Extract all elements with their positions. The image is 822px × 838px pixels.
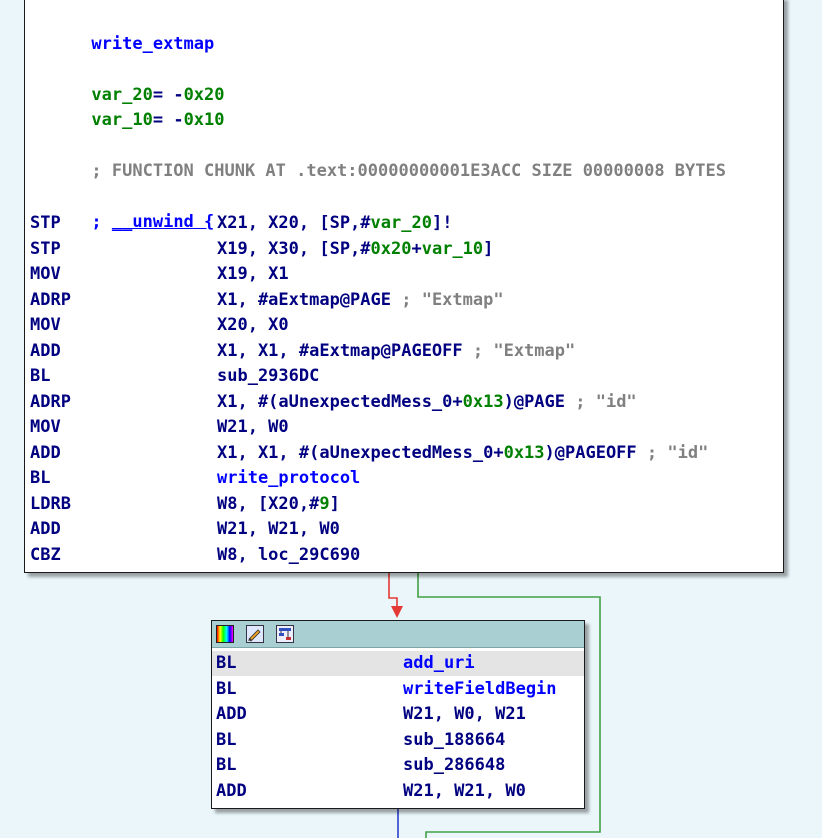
operands: X21, X20, [SP,#var_20]!	[217, 211, 452, 236]
function-name[interactable]: write_extmap	[30, 7, 214, 54]
operand-token: ; "id"	[636, 442, 709, 463]
mnemonic: BL	[216, 678, 237, 699]
operand-token: )@PAGEOFF	[544, 442, 637, 463]
code-block-write-extmap[interactable]: write_extmap var_20= -0x20 var_10= -0x10…	[24, 0, 784, 573]
operand-token: W21, W21, W0	[217, 519, 340, 539]
mnemonic: BL	[216, 653, 237, 673]
operand-token: ; "Extmap"	[391, 289, 504, 310]
var-decl: var_20= -0x20	[91, 85, 225, 105]
operand-token[interactable]: write_protocol	[217, 468, 360, 488]
operand-token: W21, W0	[217, 417, 289, 437]
operands: X19, X30, [SP,#0x20+var_10]	[217, 237, 493, 262]
palette-icon[interactable]	[216, 625, 234, 643]
operand-token: 0x13	[462, 391, 504, 412]
mnemonic: ADD	[30, 442, 61, 463]
mnemonic: BL	[216, 729, 237, 750]
operands: X1, X1, #aExtmap@PAGEOFF ; "Extmap"	[217, 339, 575, 364]
operand-token: X20, X0	[217, 315, 289, 335]
operand-token: 9	[319, 493, 330, 514]
mnemonic: BL	[30, 468, 51, 488]
operand-token: X1, #aExtmap@PAGE	[217, 289, 391, 310]
selected-line-highlight	[212, 651, 584, 676]
operands: X1, #aExtmap@PAGE ; "Extmap"	[217, 288, 504, 313]
operand-token: X1, #(aUnexpectedMess_0+	[217, 391, 463, 412]
graph-icon[interactable]	[276, 625, 294, 643]
operand-token: ; "id"	[565, 391, 637, 412]
operand-token: ]	[329, 493, 340, 514]
operands: sub_286648	[403, 753, 505, 778]
operand-token[interactable]: add_uri	[403, 653, 475, 673]
mnemonic: MOV	[30, 315, 61, 335]
mnemonic: ADRP	[30, 391, 71, 412]
operands: add_uri	[403, 651, 475, 676]
operand-token: X1, X1, #aExtmap@PAGEOFF	[217, 340, 463, 361]
operand-token: W21, W0, W21	[403, 704, 526, 724]
operand-token: ; "Extmap"	[462, 340, 576, 361]
operand-token: X1, X1, #(aUnexpectedMess_0+	[217, 442, 504, 463]
operands: write_protocol	[217, 466, 360, 491]
graph-view[interactable]: write_extmap var_20= -0x20 var_10= -0x10…	[0, 0, 822, 838]
operands: W21, W0, W21	[403, 702, 526, 727]
operands: W8, loc_29C690	[217, 543, 360, 568]
mnemonic: ADRP	[30, 289, 71, 310]
mnemonic: ADD	[30, 340, 61, 361]
operand-token: X19, X1	[217, 264, 289, 284]
mnemonic: ADD	[30, 519, 61, 539]
operands: X19, X1	[217, 262, 289, 287]
operand-token: sub_188664	[403, 729, 506, 750]
mnemonic: CBZ	[30, 544, 61, 565]
code-block-add-uri[interactable]: BL add_uri BL writeFieldBegin ADD W21, W0, W2…	[211, 620, 585, 809]
operand-token: W8, loc_29C690	[217, 544, 361, 565]
operand-token: 0x20	[370, 238, 412, 259]
operands: X1, #(aUnexpectedMess_0+0x13)@PAGE ; "id…	[217, 390, 637, 415]
operand-token: W21, W21, W0	[403, 780, 526, 801]
mnemonic: MOV	[30, 417, 61, 437]
operand-token: sub_2936DC	[217, 366, 320, 386]
operand-token: var_20	[370, 213, 432, 233]
operands: W21, W21, W0	[217, 517, 340, 542]
mnemonic: MOV	[30, 264, 61, 284]
operands: sub_2936DC	[217, 364, 319, 389]
mnemonic: BL	[30, 366, 51, 386]
operands: writeFieldBegin	[403, 677, 557, 702]
operands: W21, W0	[217, 415, 289, 440]
operands: X1, X1, #(aUnexpectedMess_0+0x13)@PAGEOF…	[217, 441, 708, 466]
mnemonic: STP	[30, 238, 61, 259]
operands: X20, X0	[217, 313, 289, 338]
operand-token: +	[411, 238, 422, 259]
mnemonic: LDRB	[30, 493, 71, 514]
operand-token: )@PAGE	[503, 391, 566, 412]
operands: sub_188664	[403, 728, 505, 753]
operand-token[interactable]: writeFieldBegin	[403, 679, 557, 699]
operand-token: ]	[483, 238, 494, 259]
mnemonic: ADD	[216, 780, 247, 801]
var-decl: var_10= -0x10	[91, 110, 225, 130]
operand-token: sub_286648	[403, 755, 506, 775]
unwind-label: ; __unwind {	[91, 212, 215, 232]
operand-token: var_10	[421, 238, 484, 259]
edit-icon[interactable]	[246, 625, 264, 643]
operand-token: 0x13	[503, 442, 545, 463]
mnemonic: BL	[216, 755, 237, 775]
mnemonic: ADD	[216, 704, 247, 724]
node-header	[212, 621, 584, 648]
operand-token: X19, X30, [SP,#	[217, 238, 371, 259]
function-chunk-comment: ; FUNCTION CHUNK AT .text:00000000001E3A…	[91, 161, 726, 181]
operand-token: W8, [X20,#	[217, 493, 320, 514]
operands: W8, [X20,#9]	[217, 492, 340, 517]
operand-token: X21, X20, [SP,#	[217, 213, 371, 233]
edge-true	[388, 573, 398, 612]
operand-token: ]!	[431, 213, 453, 233]
edge-true-arrow	[391, 606, 403, 618]
operands: W21, W21, W0	[403, 779, 526, 804]
mnemonic: STP	[30, 213, 61, 233]
